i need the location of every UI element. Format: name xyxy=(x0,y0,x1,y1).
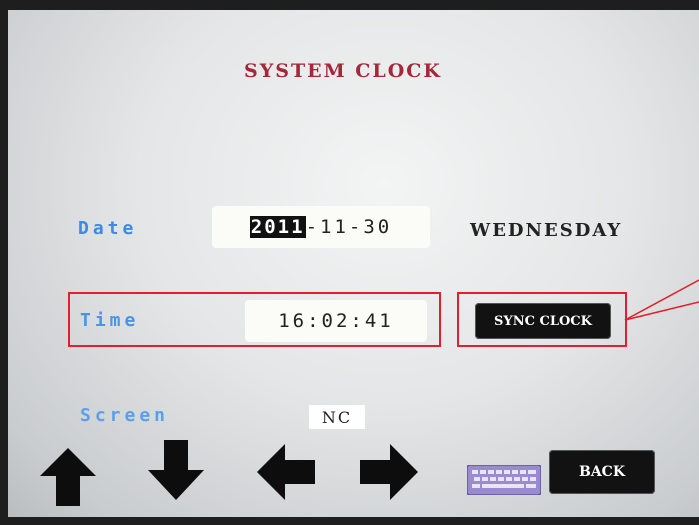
weekday-text: WEDNESDAY xyxy=(470,220,623,241)
date-year-selected[interactable]: 2011 xyxy=(249,216,306,238)
arrow-right-icon[interactable] xyxy=(360,444,418,500)
keyboard-icon[interactable] xyxy=(467,465,541,495)
arrow-down-icon[interactable] xyxy=(148,440,204,500)
back-button[interactable]: BACK xyxy=(549,450,655,494)
time-label: Time xyxy=(80,310,140,331)
sync-clock-button[interactable]: SYNC CLOCK xyxy=(475,303,611,339)
bezel-bottom xyxy=(0,517,699,525)
bezel-top xyxy=(0,0,699,10)
bezel-left xyxy=(0,0,8,525)
date-field[interactable]: 2011 -11-30 xyxy=(212,206,430,248)
annotation-pointer xyxy=(624,279,699,321)
date-month-day[interactable]: -11-30 xyxy=(306,216,393,238)
arrow-up-icon[interactable] xyxy=(40,448,96,506)
time-field[interactable]: 16:02:41 xyxy=(245,300,427,342)
page-title: SYSTEM CLOCK xyxy=(244,60,442,82)
screen-value-field[interactable]: NC xyxy=(309,405,365,429)
date-label: Date xyxy=(78,218,138,239)
system-clock-screen: SYSTEM CLOCK Date 2011 -11-30 WEDNESDAY T… xyxy=(0,0,699,525)
screen-label: Screen xyxy=(80,405,170,426)
arrow-left-icon[interactable] xyxy=(257,444,315,500)
